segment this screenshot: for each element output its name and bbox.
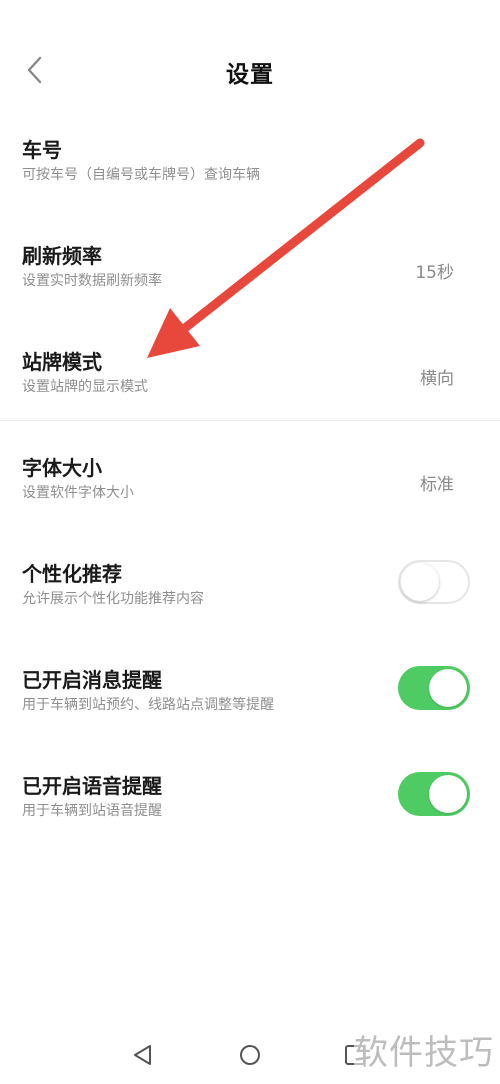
setting-row-voice-reminder: 已开启语音提醒 用于车辆到站语音提醒 [0, 770, 500, 876]
setting-row-car-number[interactable]: 车号 可按车号（自编号或车牌号）查询车辆 [0, 134, 500, 240]
setting-subtitle: 允许展示个性化功能推荐内容 [22, 591, 204, 607]
nav-back-triangle-icon[interactable] [131, 1043, 155, 1067]
page-title: 设置 [226, 62, 274, 88]
setting-value: 标准 [420, 475, 454, 495]
watermark-text: 软件技巧 [354, 1025, 494, 1074]
setting-title: 站牌模式 [22, 350, 102, 374]
setting-title: 刷新频率 [22, 244, 102, 268]
header-bar: 设置 [0, 0, 500, 140]
setting-subtitle: 可按车号（自编号或车牌号）查询车辆 [22, 167, 260, 183]
section-divider [0, 420, 500, 421]
setting-title: 已开启消息提醒 [22, 668, 162, 692]
setting-row-personalized-recommendation: 个性化推荐 允许展示个性化功能推荐内容 [0, 558, 500, 664]
setting-title: 字体大小 [22, 456, 102, 480]
setting-subtitle: 用于车辆到站语音提醒 [22, 803, 162, 819]
toggle-knob [401, 563, 439, 601]
voice-reminder-toggle[interactable] [398, 772, 470, 816]
setting-title: 已开启语音提醒 [22, 774, 162, 798]
setting-subtitle: 设置软件字体大小 [22, 485, 134, 501]
setting-row-message-reminder: 已开启消息提醒 用于车辆到站预约、线路站点调整等提醒 [0, 664, 500, 770]
setting-row-font-size[interactable]: 字体大小 设置软件字体大小 标准 [0, 452, 500, 558]
nav-home-circle-icon[interactable] [238, 1043, 262, 1067]
setting-value: 横向 [420, 369, 454, 389]
setting-row-refresh-rate[interactable]: 刷新频率 设置实时数据刷新频率 15秒 [0, 240, 500, 346]
setting-subtitle: 设置站牌的显示模式 [22, 379, 148, 395]
setting-subtitle: 设置实时数据刷新频率 [22, 273, 162, 289]
toggle-knob [429, 669, 467, 707]
toggle-knob [429, 775, 467, 813]
message-reminder-toggle[interactable] [398, 666, 470, 710]
setting-subtitle: 用于车辆到站预约、线路站点调整等提醒 [22, 697, 274, 713]
personalized-recommendation-toggle[interactable] [398, 560, 470, 604]
setting-row-stop-sign-mode[interactable]: 站牌模式 设置站牌的显示模式 横向 [0, 346, 500, 452]
setting-value: 15秒 [415, 263, 454, 283]
setting-title: 个性化推荐 [22, 562, 122, 586]
setting-title: 车号 [22, 138, 62, 162]
